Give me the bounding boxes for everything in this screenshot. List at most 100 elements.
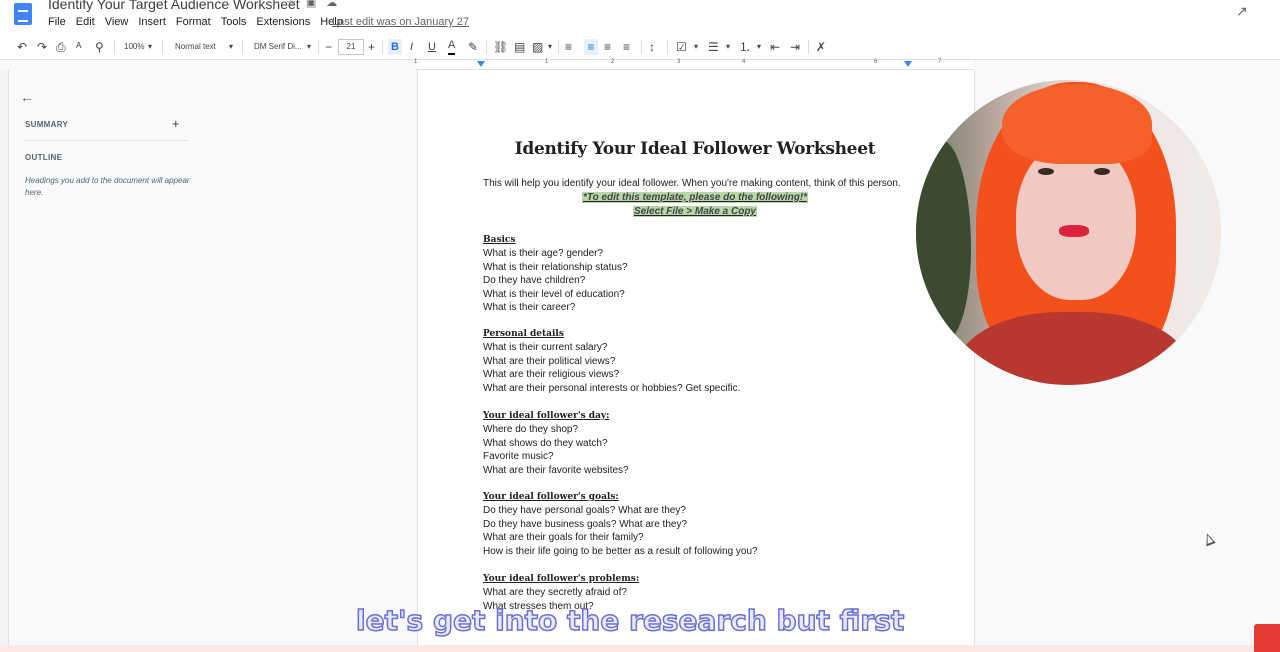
section-heading: Your ideal follower's problems: [483, 574, 640, 584]
comment-icon[interactable]: ▤ [514, 39, 525, 55]
ruler-number: 1 [545, 59, 549, 65]
highlight-icon[interactable]: ✎ [468, 39, 478, 55]
menu-insert[interactable]: Insert [138, 16, 166, 28]
mouse-cursor-icon [1202, 531, 1216, 547]
question-line: What are their religious views? [483, 369, 620, 381]
clear-formatting-icon[interactable]: ✗ [816, 39, 826, 55]
webcam-eye [1038, 168, 1054, 175]
decrease-font-size-icon[interactable]: − [325, 39, 332, 55]
title-actions: ☆▣☁ [286, 0, 347, 9]
align-justify-icon[interactable]: ≡ [623, 39, 630, 55]
redo-icon[interactable]: ↷ [37, 39, 47, 55]
document-page[interactable]: Identify Your Ideal Follower Worksheet T… [417, 70, 975, 645]
italic-button[interactable]: I [410, 39, 413, 55]
style-dropdown-icon[interactable]: ▾ [229, 39, 233, 55]
menu-bar: File Edit View Insert Format Tools Exten… [48, 16, 343, 28]
toolbar-divider [242, 40, 243, 54]
section-heading: Your ideal follower's goals: [483, 492, 619, 502]
left-indent-marker[interactable] [477, 61, 485, 67]
bulleted-list-icon[interactable]: ☰ [708, 39, 719, 55]
star-icon[interactable]: ☆ [286, 0, 306, 9]
numbered-dropdown-icon[interactable]: ▾ [757, 39, 761, 55]
docs-logo-icon[interactable] [14, 3, 32, 25]
question-line: What are their favorite websites? [483, 464, 629, 476]
align-center-icon[interactable]: ≡ [584, 39, 598, 55]
video-caption: let's get into the research but first [355, 603, 905, 638]
increase-indent-icon[interactable]: ⇥ [790, 39, 800, 55]
activity-trend-icon[interactable]: ↗ [1236, 3, 1248, 20]
checklist-icon[interactable]: ☑ [676, 39, 687, 55]
question-line: What is their age? gender? [483, 248, 604, 260]
question-line: What are their political views? [483, 355, 616, 367]
align-left-icon[interactable]: ≡ [565, 39, 572, 55]
question-line: What is their relationship status? [483, 261, 628, 273]
spellcheck-icon[interactable]: ᴬ [76, 39, 81, 55]
toolbar-divider [318, 40, 319, 54]
paragraph-style-select[interactable]: Normal text [175, 39, 216, 55]
add-summary-icon[interactable]: + [172, 116, 180, 131]
paint-format-icon[interactable]: ⚲ [95, 39, 104, 55]
move-icon[interactable]: ▣ [306, 0, 326, 9]
question-line: What are they secretly afraid of? [483, 587, 627, 599]
checklist-dropdown-icon[interactable]: ▾ [694, 39, 698, 55]
horizontal-ruler[interactable]: 1 1 2 3 4 6 7 [414, 59, 974, 70]
text-color-button[interactable]: A [448, 39, 456, 55]
question-line: Do they have personal goals? What are th… [483, 505, 686, 517]
bullet-dropdown-icon[interactable]: ▾ [726, 39, 730, 55]
question-line: Favorite music? [483, 451, 554, 463]
menu-edit[interactable]: Edit [76, 16, 95, 28]
cloud-status-icon[interactable]: ☁ [326, 0, 347, 9]
title-bar: Identify Your Target Audience Worksheet … [0, 0, 1280, 34]
undo-icon[interactable]: ↶ [17, 39, 27, 55]
font-dropdown-icon[interactable]: ▾ [307, 39, 311, 55]
zoom-dropdown-icon[interactable]: ▾ [148, 39, 152, 55]
menu-format[interactable]: Format [176, 16, 211, 28]
section-heading: Your ideal follower's day: [483, 411, 610, 421]
section-personal-details: Personal details What is their current s… [483, 328, 740, 395]
section-heading: Personal details [483, 329, 564, 339]
link-icon[interactable]: ⛓ [493, 39, 508, 55]
summary-divider [25, 140, 188, 141]
bold-button[interactable]: B [388, 39, 402, 55]
image-dropdown-icon[interactable]: ▾ [548, 39, 552, 55]
instruction-line: Select File > Make a Copy [418, 206, 972, 217]
font-select[interactable]: DM Serif Di... [254, 39, 302, 55]
back-arrow-icon[interactable]: ← [20, 89, 34, 105]
ruler-number: 2 [611, 59, 615, 65]
menu-view[interactable]: View [105, 16, 129, 28]
zoom-select[interactable]: 100% [124, 39, 144, 55]
numbered-list-icon[interactable]: ⒈ [739, 39, 751, 55]
question-line: Do they have children? [483, 275, 586, 287]
question-line: Where do they shop? [483, 424, 579, 436]
document-heading: Identify Your Ideal Follower Worksheet [514, 139, 876, 159]
toolbar-divider [667, 40, 668, 54]
document-title[interactable]: Identify Your Target Audience Worksheet [48, 0, 300, 12]
bottom-strip [0, 645, 1280, 652]
last-edit-link[interactable]: Last edit was on January 27 [332, 16, 469, 28]
question-line: What are their goals for their family? [483, 532, 644, 544]
line-spacing-icon[interactable]: ↕ [649, 39, 655, 55]
ruler-number: 1 [414, 59, 418, 65]
section-ideal-follower-day: Your ideal follower's day: Where do they… [483, 410, 629, 477]
outline-label: OUTLINE [25, 153, 63, 162]
increase-font-size-icon[interactable]: + [368, 39, 375, 55]
section-basics: Basics What is their age? gender? What i… [483, 234, 628, 314]
question-line: What is their level of education? [483, 288, 625, 300]
instruction-highlight: Select File > Make a Copy [633, 206, 757, 217]
toolbar: ↶ ↷ ⎙ ᴬ ⚲ 100% ▾ Normal text ▾ DM Serif … [0, 34, 1280, 60]
menu-extensions[interactable]: Extensions [256, 16, 310, 28]
question-line: Do they have business goals? What are th… [483, 518, 688, 530]
insert-image-icon[interactable]: ▨ [532, 39, 543, 55]
menu-tools[interactable]: Tools [221, 16, 247, 28]
ruler-number: 3 [677, 59, 681, 65]
toolbar-divider [641, 40, 642, 54]
toolbar-divider [486, 40, 487, 54]
question-line: What shows do they watch? [483, 437, 608, 449]
menu-file[interactable]: File [48, 16, 66, 28]
decrease-indent-icon[interactable]: ⇤ [770, 39, 780, 55]
underline-button[interactable]: U [428, 39, 436, 55]
font-size-input[interactable]: 21 [338, 39, 364, 55]
align-right-icon[interactable]: ≡ [604, 39, 611, 55]
print-icon[interactable]: ⎙ [56, 39, 66, 55]
right-indent-marker[interactable] [904, 61, 912, 67]
